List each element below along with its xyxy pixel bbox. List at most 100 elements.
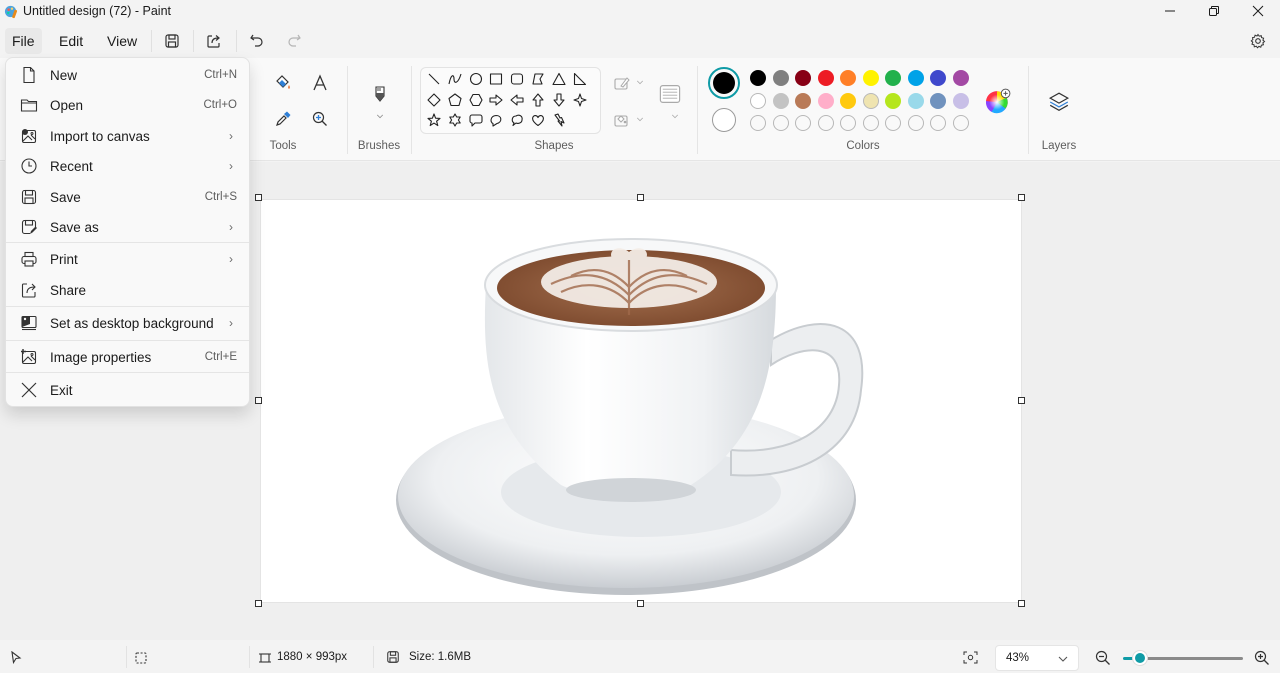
custom-color-slot[interactable] <box>795 115 811 131</box>
primary-color-selector[interactable] <box>708 67 740 99</box>
shape-curve[interactable] <box>446 70 464 88</box>
zoom-slider-track[interactable] <box>1143 657 1243 660</box>
menu-file[interactable]: File <box>5 28 42 54</box>
resize-handle-top-left[interactable] <box>255 194 262 201</box>
magnifier-tool[interactable] <box>307 106 333 132</box>
shape-polygon[interactable] <box>529 70 547 88</box>
shape-hexagon[interactable] <box>467 91 485 109</box>
file-menu-item-share[interactable]: Share <box>10 275 247 305</box>
file-menu-item-open[interactable]: Open Ctrl+O <box>10 90 247 120</box>
shape-left-arrow[interactable] <box>508 91 526 109</box>
custom-color-slot[interactable] <box>930 115 946 131</box>
file-menu-item-recent[interactable]: Recent › <box>10 151 247 181</box>
shape-oval-callout[interactable] <box>487 111 505 129</box>
shape-five-point-star[interactable] <box>425 111 443 129</box>
fill-dropdown[interactable] <box>632 109 648 129</box>
share-button[interactable] <box>202 30 226 52</box>
color-swatch[interactable] <box>952 92 969 109</box>
size-dropdown[interactable] <box>662 108 688 124</box>
drawing-canvas[interactable] <box>261 200 1021 602</box>
shape-rounded-rectangle[interactable] <box>508 70 526 88</box>
file-menu-item-image-properties[interactable]: Image properties Ctrl+E <box>10 342 247 372</box>
color-swatch[interactable] <box>817 92 834 109</box>
color-swatch[interactable] <box>885 70 901 86</box>
custom-color-slot[interactable] <box>862 115 879 131</box>
fill-tool[interactable] <box>270 70 296 96</box>
brushes-button[interactable] <box>366 80 394 108</box>
text-tool[interactable] <box>307 70 333 96</box>
outline-dropdown[interactable] <box>632 72 648 92</box>
color-swatch[interactable] <box>795 70 811 86</box>
brushes-dropdown[interactable] <box>367 108 393 124</box>
color-swatch[interactable] <box>795 92 811 109</box>
zoom-in-icon[interactable] <box>1254 650 1270 666</box>
menu-edit[interactable]: Edit <box>52 28 90 54</box>
shape-rounded-callout[interactable] <box>467 111 485 129</box>
settings-button[interactable] <box>1246 30 1270 52</box>
file-menu-item-import-to-canvas[interactable]: Import to canvas › <box>10 121 247 151</box>
color-swatch[interactable] <box>885 92 901 109</box>
color-swatch[interactable] <box>952 70 969 86</box>
color-swatch[interactable] <box>840 70 856 86</box>
menu-view[interactable]: View <box>100 28 144 54</box>
custom-color-slot[interactable] <box>907 115 924 131</box>
color-swatch[interactable] <box>750 92 766 109</box>
shape-lightning[interactable] <box>550 111 568 129</box>
shape-right-arrow[interactable] <box>487 91 505 109</box>
resize-handle-bottom-right[interactable] <box>1018 600 1025 607</box>
resize-handle-right[interactable] <box>1018 397 1025 404</box>
redo-button[interactable] <box>282 30 306 52</box>
zoom-slider-thumb[interactable] <box>1132 651 1147 665</box>
custom-color-slot[interactable] <box>952 115 969 131</box>
file-menu-item-new[interactable]: New Ctrl+N <box>10 60 247 90</box>
undo-button[interactable] <box>245 30 269 52</box>
color-swatch[interactable] <box>772 70 789 86</box>
color-swatch[interactable] <box>862 70 879 86</box>
size-button[interactable] <box>656 80 684 108</box>
custom-color-slot[interactable] <box>772 115 789 131</box>
shape-pentagon[interactable] <box>446 91 464 109</box>
custom-color-slot[interactable] <box>885 115 901 131</box>
secondary-color-selector[interactable] <box>712 108 736 132</box>
file-menu-item-print[interactable]: Print › <box>10 244 247 274</box>
color-swatch[interactable] <box>840 92 856 109</box>
fit-to-window-icon[interactable] <box>963 651 978 664</box>
resize-handle-top-right[interactable] <box>1018 194 1025 201</box>
color-swatch[interactable] <box>750 70 766 86</box>
shape-diamond[interactable] <box>425 91 443 109</box>
color-swatch[interactable] <box>862 92 879 109</box>
color-swatch[interactable] <box>930 92 946 109</box>
shape-line[interactable] <box>425 70 443 88</box>
save-button[interactable] <box>160 30 184 52</box>
resize-handle-left[interactable] <box>255 397 262 404</box>
close-window-button[interactable] <box>1236 0 1280 22</box>
resize-handle-bottom[interactable] <box>637 600 644 607</box>
resize-handle-bottom-left[interactable] <box>255 600 262 607</box>
file-menu-item-set-as-desktop-background[interactable]: Set as desktop background › <box>10 308 247 338</box>
custom-color-slot[interactable] <box>840 115 856 131</box>
file-menu-item-save-as[interactable]: Save as › <box>10 212 247 242</box>
color-swatch[interactable] <box>930 70 946 86</box>
color-swatch[interactable] <box>907 70 924 86</box>
shape-six-point-star[interactable] <box>446 111 464 129</box>
resize-handle-top[interactable] <box>637 194 644 201</box>
shape-oval[interactable] <box>467 70 485 88</box>
shape-four-point-star[interactable] <box>571 91 589 109</box>
custom-color-slot[interactable] <box>750 115 766 131</box>
zoom-level-dropdown[interactable]: 43% <box>995 645 1079 671</box>
edit-colors-button[interactable] <box>984 87 1012 115</box>
shape-cloud-callout[interactable] <box>508 111 526 129</box>
zoom-out-icon[interactable] <box>1095 650 1111 666</box>
custom-color-slot[interactable] <box>817 115 834 131</box>
minimize-button[interactable] <box>1148 0 1192 22</box>
color-swatch[interactable] <box>907 92 924 109</box>
color-swatch[interactable] <box>772 92 789 109</box>
shape-heart[interactable] <box>529 111 547 129</box>
shape-down-arrow[interactable] <box>550 91 568 109</box>
layers-button[interactable] <box>1045 88 1073 116</box>
color-picker-tool[interactable] <box>270 106 296 132</box>
restore-button[interactable] <box>1192 0 1236 22</box>
shape-rectangle[interactable] <box>487 70 505 88</box>
shape-right-triangle[interactable] <box>571 70 589 88</box>
color-swatch[interactable] <box>817 70 834 86</box>
